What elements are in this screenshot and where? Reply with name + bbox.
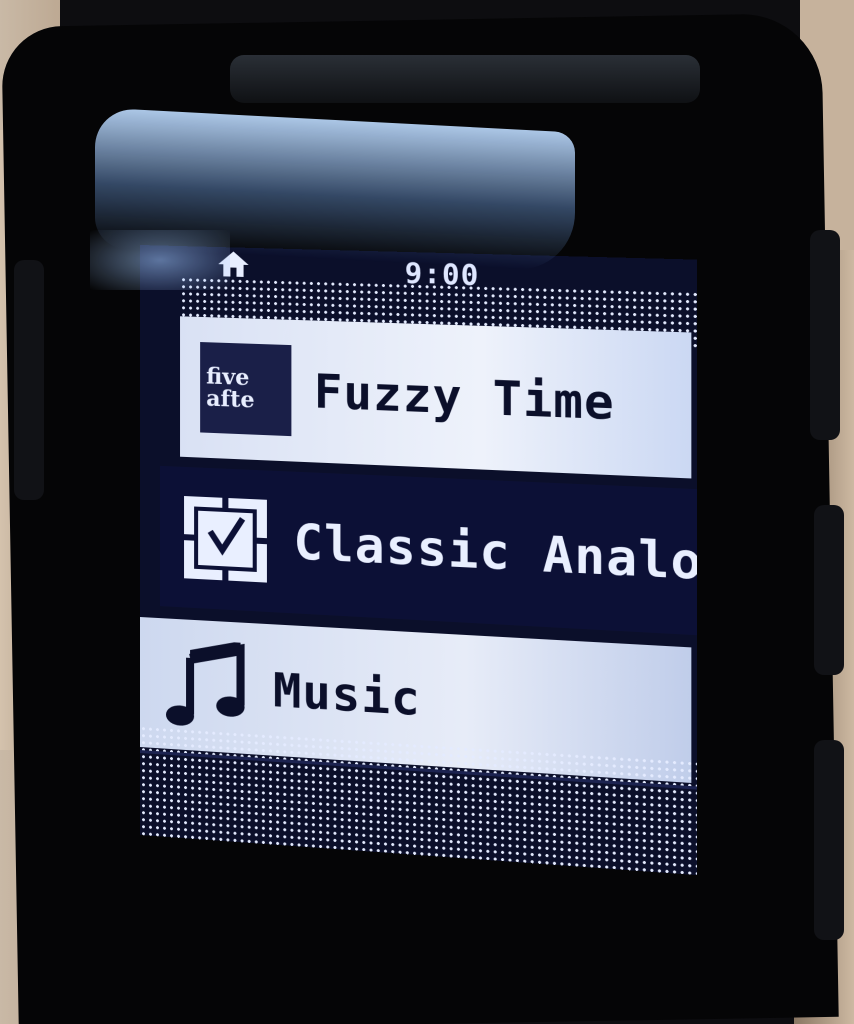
fuzzy-time-icon: five afte <box>200 342 291 436</box>
menu-item-label: Music <box>273 663 421 727</box>
watch-screen: 9:00 five afte Fuzzy Time Classic Analog… <box>140 245 697 875</box>
watch-top-ridge <box>230 55 700 103</box>
back-button[interactable] <box>14 260 44 500</box>
select-button[interactable] <box>814 505 844 675</box>
up-button[interactable] <box>810 230 840 440</box>
menu-item-fuzzy-time[interactable]: five afte Fuzzy Time <box>180 316 691 478</box>
fuzzy-icon-line2: afte <box>206 387 254 411</box>
menu-item-label: Classic Analog <box>293 514 696 593</box>
menu-item-label: Fuzzy Time <box>314 364 615 431</box>
analog-clock-icon <box>180 492 271 587</box>
home-icon <box>216 249 250 278</box>
photo-scene: 9:00 five afte Fuzzy Time Classic Analog… <box>0 0 854 1024</box>
music-note-icon <box>160 638 251 734</box>
menu-item-classic-analog[interactable]: Classic Analog <box>160 466 697 635</box>
down-button[interactable] <box>814 740 844 940</box>
